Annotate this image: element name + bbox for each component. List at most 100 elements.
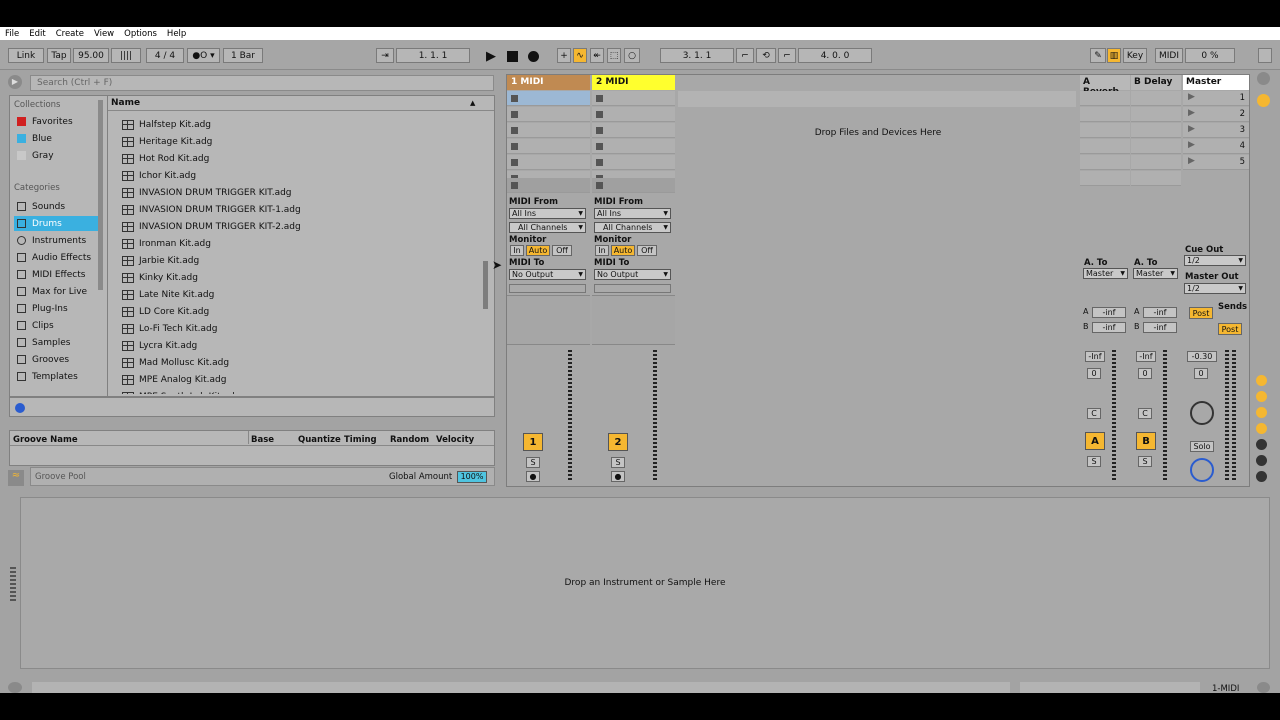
category-plug-ins[interactable]: Plug-Ins [14, 301, 100, 316]
midi-to-select-1[interactable]: No Output [509, 269, 586, 280]
clip-stop-icon[interactable] [511, 159, 518, 166]
file-row[interactable]: Ironman Kit.adg [108, 235, 211, 252]
scene-launch-1[interactable]: ▶ 1 [1183, 91, 1249, 106]
clip-slot[interactable] [507, 91, 590, 106]
session-view-icon[interactable] [1257, 94, 1270, 107]
monitor-auto-1[interactable]: Auto [526, 245, 550, 256]
file-row[interactable]: Ichor Kit.adg [108, 167, 196, 184]
scene-play-icon[interactable]: ▶ [1188, 92, 1195, 102]
return-b-solo[interactable]: S [1138, 456, 1152, 467]
category-templates[interactable]: Templates [14, 369, 100, 384]
browser-toggle-icon[interactable]: ▶ [8, 75, 22, 89]
file-row[interactable]: Hot Rod Kit.adg [108, 150, 209, 167]
scene-play-icon[interactable]: ▶ [1188, 140, 1195, 150]
post-button-b[interactable]: Post [1218, 323, 1242, 335]
overview-toggle-icon[interactable] [1256, 471, 1267, 482]
midi-channel-select-2[interactable]: All Channels [594, 222, 671, 233]
send-a-value[interactable]: -inf [1143, 307, 1177, 318]
clip-slot[interactable] [592, 123, 675, 138]
sort-icon[interactable]: ▲ [470, 96, 475, 110]
add-icon[interactable]: + [557, 48, 571, 63]
return-a-pan[interactable]: 0 [1087, 368, 1101, 379]
send-b-value[interactable]: -inf [1092, 322, 1126, 333]
clip-stop-icon[interactable] [596, 95, 603, 102]
menu-create[interactable]: Create [56, 29, 84, 39]
return-b-activator[interactable]: B [1136, 432, 1156, 450]
track-header-1[interactable]: 1 MIDI [507, 75, 590, 90]
stop-all-clips[interactable] [507, 178, 590, 193]
loop-icon[interactable]: ⟲ [756, 48, 776, 63]
return-a-activator[interactable]: A [1085, 432, 1105, 450]
detail-resize-handle-icon[interactable] [10, 567, 16, 603]
view-toggle-icon[interactable] [1257, 72, 1270, 85]
send-a-value[interactable]: -inf [1092, 307, 1126, 318]
clip-stop-icon[interactable] [511, 143, 518, 150]
metronome-toggle-icon[interactable]: ●O ▾ [187, 48, 220, 63]
automation-icon[interactable]: ∿ [573, 48, 587, 63]
track-activator-1[interactable]: 1 [523, 433, 543, 451]
midi-to-select-2[interactable]: No Output [594, 269, 671, 280]
midi-from-select-2[interactable]: All Ins [594, 208, 671, 219]
file-row[interactable]: INVASION DRUM TRIGGER KIT-2.adg [108, 218, 301, 235]
midi-to-channel-1[interactable] [509, 284, 586, 293]
track-solo-1[interactable]: S [526, 457, 540, 468]
clip-slot[interactable] [507, 155, 590, 170]
midi-channel-select-1[interactable]: All Channels [509, 222, 586, 233]
record-icon[interactable] [528, 51, 539, 62]
menu-file[interactable]: File [5, 29, 19, 39]
clip-slot[interactable] [507, 123, 590, 138]
clip-slot[interactable] [507, 107, 590, 122]
punch-out-icon[interactable]: ⌐ [778, 48, 796, 63]
file-row[interactable]: MPE Synth Lab Kit.adg [108, 388, 240, 394]
stop-clips-icon[interactable] [511, 182, 518, 189]
keyboard-icon[interactable]: ▥ [1107, 48, 1121, 63]
link-button[interactable]: Link [8, 48, 44, 63]
monitor-in-1[interactable]: In [510, 245, 524, 256]
post-button-a[interactable]: Post [1189, 307, 1213, 319]
master-pan[interactable]: 0 [1194, 368, 1208, 379]
master-out-select[interactable]: 1/2 [1184, 283, 1246, 294]
file-row[interactable]: INVASION DRUM TRIGGER KIT.adg [108, 184, 292, 201]
file-row[interactable]: Heritage Kit.adg [108, 133, 212, 150]
collection-gray[interactable]: Gray [14, 148, 100, 163]
draw-mode-icon[interactable]: ✎ [1090, 48, 1106, 63]
master-volume[interactable]: -0.30 [1187, 351, 1217, 362]
track-arm-2-icon[interactable]: ● [611, 471, 625, 482]
send-b-value[interactable]: -inf [1143, 322, 1177, 333]
monitor-off-2[interactable]: Off [637, 245, 657, 256]
file-row[interactable]: Halfstep Kit.adg [108, 116, 211, 133]
stop-clips-icon[interactable] [596, 182, 603, 189]
clip-slot[interactable] [592, 107, 675, 122]
file-row[interactable]: Jarbie Kit.adg [108, 252, 199, 269]
clip-slot[interactable] [592, 91, 675, 106]
file-row[interactable]: Lycra Kit.adg [108, 337, 197, 354]
category-clips[interactable]: Clips [14, 318, 100, 333]
scene-launch-5[interactable]: ▶ 5 [1183, 155, 1249, 170]
metronome-icon[interactable]: |||| [111, 48, 141, 63]
menu-view[interactable]: View [94, 29, 114, 39]
sends-toggle-icon[interactable] [1256, 391, 1267, 402]
clip-stop-icon[interactable] [596, 127, 603, 134]
return-a-cue[interactable]: C [1087, 408, 1101, 419]
groove-pool-icon[interactable]: ≈ [8, 470, 24, 486]
global-amount-field[interactable]: 100% [457, 471, 487, 483]
category-max-for-live[interactable]: Max for Live [14, 284, 100, 299]
loop-length[interactable]: 4. 0. 0 [798, 48, 872, 63]
clip-slot[interactable] [592, 155, 675, 170]
category-grooves[interactable]: Grooves [14, 352, 100, 367]
arrangement-position[interactable]: 1. 1. 1 [396, 48, 470, 63]
category-samples[interactable]: Samples [14, 335, 100, 350]
return-b-pan[interactable]: 0 [1138, 368, 1152, 379]
track-arm-1-icon[interactable]: ● [526, 471, 540, 482]
scene-launch-4[interactable]: ▶ 4 [1183, 139, 1249, 154]
mixer-toggle-icon[interactable] [1256, 423, 1267, 434]
follow-icon[interactable]: ⇥ [376, 48, 394, 63]
search-input[interactable]: Search (Ctrl + F) [30, 75, 494, 91]
master-solo-button[interactable]: Solo [1190, 441, 1214, 452]
midi-from-select-1[interactable]: All Ins [509, 208, 586, 219]
back-icon[interactable]: ↞ [590, 48, 604, 63]
stop-icon[interactable] [507, 51, 518, 62]
track-solo-2[interactable]: S [611, 457, 625, 468]
file-row[interactable]: Lo-Fi Tech Kit.adg [108, 320, 217, 337]
scene-launch-3[interactable]: ▶ 3 [1183, 123, 1249, 138]
